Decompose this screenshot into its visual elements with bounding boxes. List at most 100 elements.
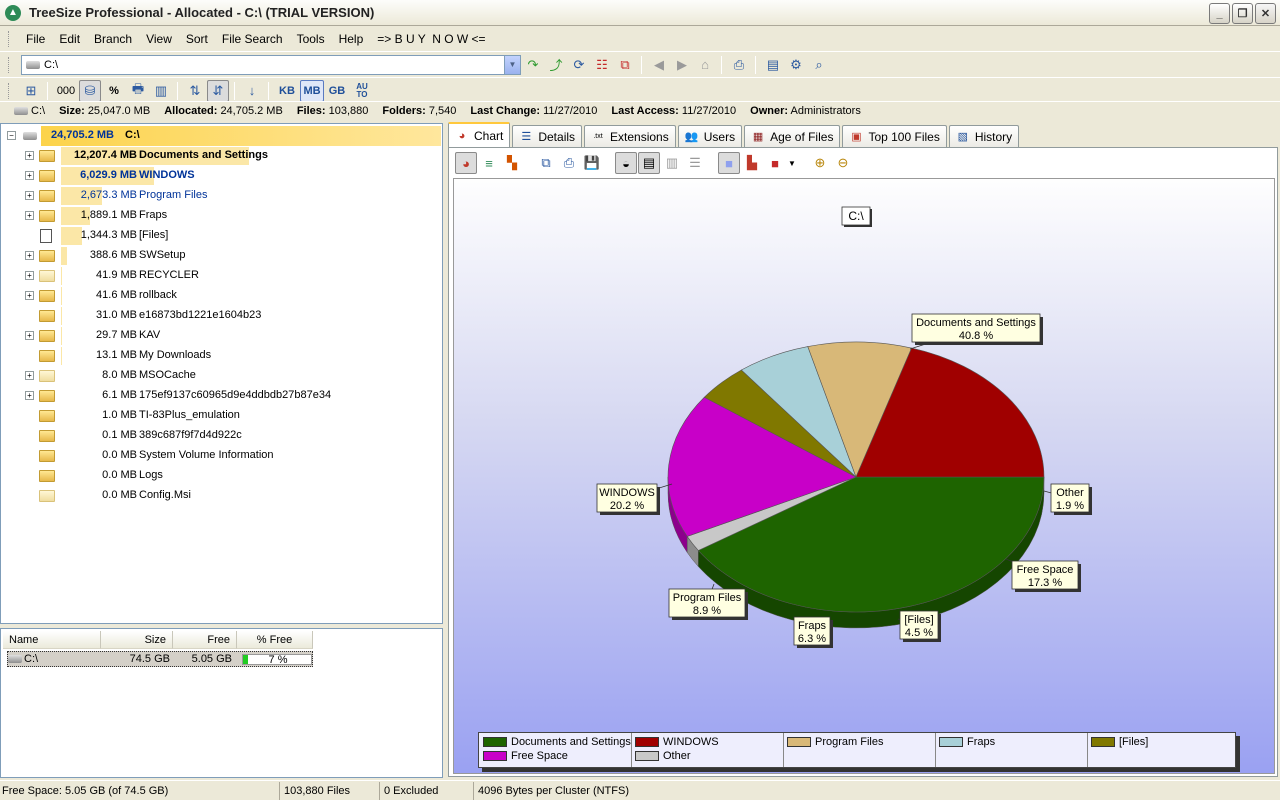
tree-row[interactable]: +8.0 MB MSOCache (1, 366, 442, 386)
menu-sort[interactable]: Sort (179, 32, 215, 46)
background-icon[interactable]: ■ (718, 152, 740, 174)
expand-icon[interactable]: + (25, 191, 34, 200)
tab-extensions[interactable]: .txt Extensions (584, 125, 676, 147)
export-icon[interactable]: ▤ (762, 54, 784, 76)
save-icon[interactable]: 💾 (581, 152, 603, 174)
unit-gb-button[interactable]: GB (325, 80, 349, 102)
unit-auto-button[interactable]: AU TO (350, 80, 374, 102)
tree-row[interactable]: +2,673.3 MB Program Files (1, 186, 442, 206)
sort-down-icon[interactable]: ↓ (241, 80, 263, 102)
col-free-header[interactable]: Free (173, 631, 237, 649)
path-dropdown-arrow[interactable]: ▼ (504, 55, 520, 74)
gridlines-icon[interactable]: ▥ (661, 152, 683, 174)
forward-icon[interactable]: ▶ (671, 54, 693, 76)
menu-file[interactable]: File (19, 32, 52, 46)
color-dropdown-icon[interactable]: ▼ (787, 152, 797, 174)
color-icon[interactable]: ■ (764, 152, 786, 174)
tree-row[interactable]: +29.7 MB KAV (1, 326, 442, 346)
close-button[interactable]: ✕ (1255, 3, 1276, 24)
menu-branch[interactable]: Branch (87, 32, 139, 46)
sort-size-icon[interactable]: ⇵ (207, 79, 229, 102)
expand-icon[interactable]: + (25, 291, 34, 300)
print-chart-icon[interactable]: ⎙ (558, 152, 580, 174)
tree-row[interactable]: 31.0 MB e16873bd1221e1604b23 (1, 306, 442, 326)
tree-row[interactable]: 0.1 MB 389c687f9f7d4d922c (1, 426, 442, 446)
tree-row[interactable]: 0.0 MB System Volume Information (1, 446, 442, 466)
tree-row[interactable]: +12,207.4 MB Documents and Settings (1, 146, 442, 166)
expand-icon[interactable]: + (25, 251, 34, 260)
menu-tools[interactable]: Tools (290, 32, 332, 46)
sort-az-icon[interactable]: ⇅ (184, 80, 206, 102)
pie-chart-icon[interactable]: ◕ (455, 152, 477, 174)
tree-row[interactable]: 13.1 MB My Downloads (1, 346, 442, 366)
thousands-button[interactable]: 000 (54, 80, 78, 102)
tab-top-100-files[interactable]: ▣ Top 100 Files (842, 125, 947, 147)
col-size-header[interactable]: Size (101, 631, 173, 649)
percent-button[interactable]: % (102, 80, 126, 102)
menu-help[interactable]: Help (332, 32, 371, 46)
print-icon[interactable]: ⎙ (728, 54, 750, 76)
options-icon[interactable]: ⚙ (785, 54, 807, 76)
tree-row[interactable]: +41.6 MB rollback (1, 286, 442, 306)
unit-kb-button[interactable]: KB (275, 80, 299, 102)
branch-icon[interactable]: ⧉ (614, 54, 636, 76)
expand-icon[interactable]: + (25, 151, 34, 160)
tree-row[interactable]: +6.1 MB 175ef9137c60965d9e4ddbdb27b87e34 (1, 386, 442, 406)
zoom-out-icon[interactable]: ⊖ (832, 152, 854, 174)
col-name-header[interactable]: Name (3, 631, 101, 649)
tree-row[interactable]: +6,029.9 MB WINDOWS (1, 166, 442, 186)
menu-file-search[interactable]: File Search (215, 32, 290, 46)
path-combobox[interactable]: C:\ ▼ (21, 54, 521, 75)
scan-folder-icon[interactable]: ⤴ (545, 54, 567, 76)
expand-tree-icon[interactable]: ⊞ (20, 80, 42, 102)
tree-row[interactable]: +388.6 MB SWSetup (1, 246, 442, 266)
tab-details[interactable]: ☰ Details (512, 125, 583, 147)
drive-row-c[interactable]: C:\ 74.5 GB 5.05 GB 7 % (7, 651, 313, 667)
maximize-button[interactable]: ❐ (1232, 3, 1253, 24)
tree-row[interactable]: 1.0 MB TI-83Plus_emulation (1, 406, 442, 426)
columns-icon[interactable]: ▥ (150, 80, 172, 102)
expand-icon[interactable]: + (25, 331, 34, 340)
bar-chart-icon[interactable]: ≡ (478, 152, 500, 174)
menu-view[interactable]: View (139, 32, 179, 46)
tab-chart[interactable]: ◕ Chart (448, 122, 511, 147)
tree-root-row[interactable]: − 24,705.2 MB C:\ (1, 126, 442, 146)
menu-buy-now[interactable]: => B U Y N O W <= (370, 32, 492, 46)
tree-row[interactable]: 1,344.3 MB [Files] (1, 226, 442, 246)
up-icon[interactable]: ⌂ (694, 54, 716, 76)
tree-row[interactable]: 0.0 MB Logs (1, 466, 442, 486)
col-pct-free-header[interactable]: % Free (237, 631, 313, 649)
folder-tree[interactable]: − 24,705.2 MB C:\ +12,207.4 MB Documents … (0, 123, 443, 624)
tree-row[interactable]: +1,889.1 MB Fraps (1, 206, 442, 226)
size-view-icon[interactable]: ⛁ (79, 79, 101, 102)
palette-icon[interactable]: ▙ (741, 152, 763, 174)
gridlines-h-icon[interactable]: ☰ (684, 152, 706, 174)
tree-row[interactable]: +41.9 MB RECYCLER (1, 266, 442, 286)
copy-icon[interactable]: ⧉ (535, 152, 557, 174)
collapse-icon[interactable]: − (7, 131, 16, 140)
unit-mb-button[interactable]: MB (300, 79, 324, 102)
expand-icon[interactable]: + (25, 271, 34, 280)
drive-list[interactable]: Name Size Free % Free C:\ 74.5 GB 5.05 G… (0, 628, 443, 778)
zoom-in-icon[interactable]: ⊕ (809, 152, 831, 174)
labels-icon[interactable]: ▤ (638, 152, 660, 174)
tree-row[interactable]: 0.0 MB Config.Msi (1, 486, 442, 506)
tab-history[interactable]: ▧ History (948, 125, 1020, 147)
tab-users[interactable]: 👥 Users (677, 125, 743, 147)
treemap-icon[interactable]: ▚ (501, 152, 523, 174)
scan-icon[interactable]: ↷ (522, 54, 544, 76)
back-icon[interactable]: ◀ (648, 54, 670, 76)
expand-icon[interactable]: + (25, 391, 34, 400)
search-files-icon[interactable]: ⌕ (808, 54, 830, 76)
menu-edit[interactable]: Edit (52, 32, 87, 46)
refresh-icon[interactable]: ⟳ (568, 54, 590, 76)
expand-icon[interactable]: + (25, 371, 34, 380)
expand-icon[interactable]: + (25, 211, 34, 220)
expand-icon[interactable]: + (25, 171, 34, 180)
treesize-app-icon[interactable]: ▲ (5, 4, 21, 21)
3d-icon[interactable]: ◒ (615, 152, 637, 174)
tab-age-of-files[interactable]: ▦ Age of Files (744, 125, 841, 147)
minimize-button[interactable]: _ (1209, 3, 1230, 24)
file-count-icon[interactable]: 🖶 (127, 80, 149, 102)
report-icon[interactable]: ☷ (591, 54, 613, 76)
